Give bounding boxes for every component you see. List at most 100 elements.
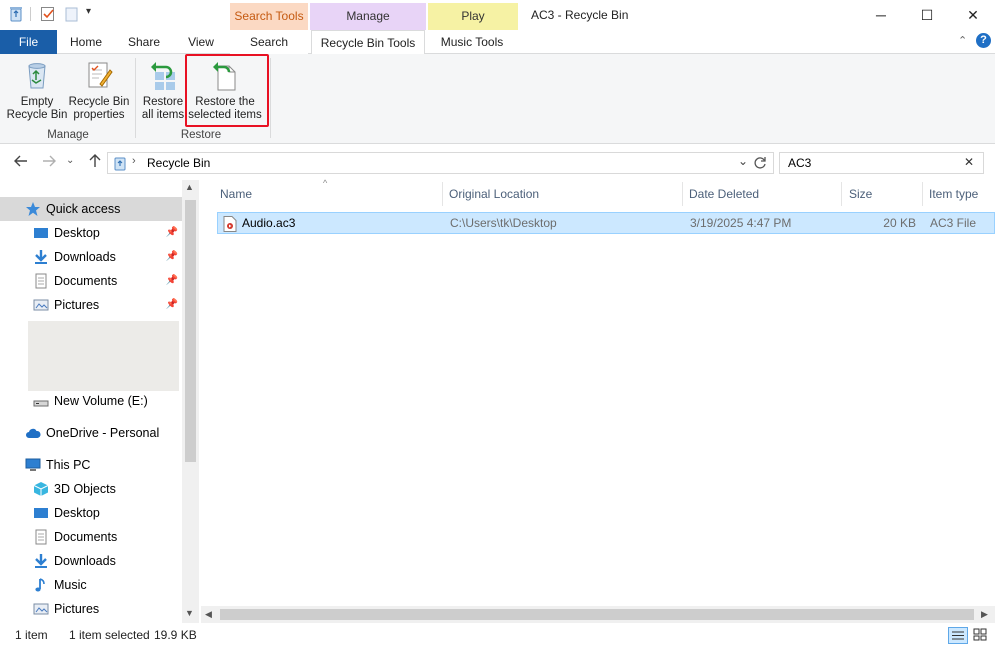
nav-pictures[interactable]: Pictures 📌 [0, 293, 182, 317]
status-bar: 1 item 1 item selected 19.9 KB [0, 624, 995, 648]
collapse-ribbon-icon[interactable]: ⌃ [958, 34, 967, 47]
column-header-size[interactable]: Size [849, 180, 872, 208]
maximize-button[interactable]: ☐ [904, 0, 950, 30]
tab-search[interactable]: Search [230, 30, 308, 54]
search-tools-group: Search Tools [230, 3, 308, 30]
column-header-original-location[interactable]: Original Location [449, 180, 539, 208]
nav-pc-desktop[interactable]: Desktop [0, 501, 182, 525]
tab-file[interactable]: File [0, 30, 57, 54]
file-item-type: AC3 File [930, 216, 977, 230]
scroll-down-icon[interactable]: ▼ [185, 608, 194, 618]
address-dropdown-icon[interactable]: ⌄ [738, 154, 748, 168]
nav-pc-downloads[interactable]: Downloads [0, 549, 182, 573]
nav-this-pc[interactable]: This PC [0, 453, 182, 477]
group-divider [135, 58, 136, 138]
download-icon [33, 553, 49, 569]
address-bar[interactable]: › Recycle Bin ⌄ [107, 152, 774, 174]
nav-documents[interactable]: Documents 📌 [0, 269, 182, 293]
manage-label: Manage [346, 9, 390, 23]
recycle-bin-properties-button[interactable]: Recycle Bin properties [68, 58, 130, 122]
sort-ascending-icon: ^ [323, 178, 328, 188]
audio-file-icon [223, 216, 237, 232]
scroll-thumb[interactable] [220, 609, 974, 620]
nav-pc-documents[interactable]: Documents [0, 525, 182, 549]
scroll-thumb[interactable] [185, 200, 196, 462]
scroll-up-icon[interactable]: ▲ [185, 182, 194, 192]
breadcrumb-recycle-bin[interactable]: Recycle Bin [147, 156, 210, 170]
pin-icon[interactable]: 📌 [166, 293, 178, 317]
tab-home[interactable]: Home [62, 30, 110, 54]
up-button[interactable] [86, 153, 104, 171]
pin-icon[interactable]: 📌 [166, 245, 178, 269]
customize-toolbar-icon[interactable]: ▾ [86, 6, 91, 17]
restore-all-items-button[interactable]: Restore all items [139, 58, 187, 122]
tab-recycle-bin-tools[interactable]: Recycle Bin Tools [311, 30, 425, 55]
tab-music-tools[interactable]: Music Tools [428, 30, 516, 54]
column-divider[interactable] [841, 182, 842, 206]
nav-desktop[interactable]: Desktop 📌 [0, 221, 182, 245]
status-selected: 1 item selected [69, 628, 150, 642]
large-icons-view-icon[interactable] [971, 627, 991, 644]
column-divider[interactable] [682, 182, 683, 206]
details-view-icon[interactable] [948, 627, 968, 644]
close-button[interactable]: ✕ [950, 0, 995, 30]
nav-3d-objects[interactable]: 3D Objects [0, 477, 182, 501]
column-header-date-deleted[interactable]: Date Deleted [689, 180, 759, 208]
column-divider[interactable] [922, 182, 923, 206]
properties-icon [82, 58, 116, 92]
nav-downloads[interactable]: Downloads 📌 [0, 245, 182, 269]
pictures-icon [33, 601, 49, 617]
nav-new-volume[interactable]: New Volume (E:) [0, 389, 182, 413]
window-title: AC3 - Recycle Bin [531, 8, 629, 22]
recycle-bin-icon [112, 155, 128, 171]
table-row[interactable]: Audio.ac3 C:\Users\tk\Desktop 3/19/2025 … [217, 212, 995, 234]
horizontal-scrollbar[interactable]: ◀ ▶ [201, 606, 995, 623]
ribbon-tabs: File Home Share View Search Recycle Bin … [0, 30, 995, 55]
nav-onedrive[interactable]: OneDrive - Personal [0, 421, 182, 445]
properties-icon[interactable] [40, 5, 56, 23]
empty-recycle-bin-label-1: Empty [20, 96, 54, 108]
cloud-icon [25, 425, 41, 441]
back-button[interactable] [12, 153, 30, 171]
scroll-left-icon[interactable]: ◀ [205, 609, 212, 620]
column-header-name[interactable]: Name [220, 180, 252, 208]
clear-search-icon[interactable]: ✕ [964, 155, 974, 169]
new-folder-icon[interactable] [64, 5, 80, 23]
tab-view[interactable]: View [178, 30, 224, 54]
nav-quick-access[interactable]: Quick access [0, 197, 182, 221]
pin-icon[interactable]: 📌 [166, 269, 178, 293]
column-header-item-type[interactable]: Item type [929, 180, 978, 208]
file-list: ^ Name Original Location Date Deleted Si… [201, 178, 995, 623]
tab-share[interactable]: Share [120, 30, 168, 54]
nav-scrollbar[interactable]: ▲ ▼ [182, 180, 199, 623]
help-icon[interactable]: ? [976, 33, 991, 48]
recycle-bin-properties-label-2: properties [73, 109, 125, 121]
search-value: AC3 [788, 156, 812, 170]
scroll-right-icon[interactable]: ▶ [981, 609, 988, 620]
manage-group-label: Manage [47, 129, 89, 141]
star-icon [25, 201, 41, 217]
pin-icon[interactable]: 📌 [166, 221, 178, 245]
minimize-button[interactable]: ─ [858, 0, 904, 30]
ribbon: Empty Recycle Bin Recycle Bin properties… [0, 54, 995, 144]
breadcrumb-separator-icon[interactable]: › [132, 155, 136, 167]
desktop-icon [33, 225, 49, 241]
column-divider[interactable] [442, 182, 443, 206]
recycle-bin-icon[interactable] [8, 5, 24, 23]
documents-icon [33, 529, 49, 545]
highlight-box [185, 54, 269, 127]
group-divider [270, 58, 271, 138]
restore-all-icon [146, 58, 180, 92]
recycle-bin-icon [20, 58, 54, 92]
empty-recycle-bin-button[interactable]: Empty Recycle Bin [6, 58, 68, 122]
recycle-bin-properties-label-1: Recycle Bin [68, 96, 130, 108]
restore-all-items-label-2: all items [141, 109, 185, 121]
nav-pc-pictures[interactable]: Pictures [0, 597, 182, 621]
computer-icon [25, 457, 41, 473]
nav-pc-music[interactable]: Music [0, 573, 182, 597]
forward-button[interactable] [40, 153, 58, 171]
search-input[interactable]: AC3 ✕ [779, 152, 984, 174]
recent-locations-icon[interactable]: ⌄ [66, 155, 74, 166]
refresh-icon[interactable] [752, 155, 770, 173]
pictures-icon [33, 297, 49, 313]
